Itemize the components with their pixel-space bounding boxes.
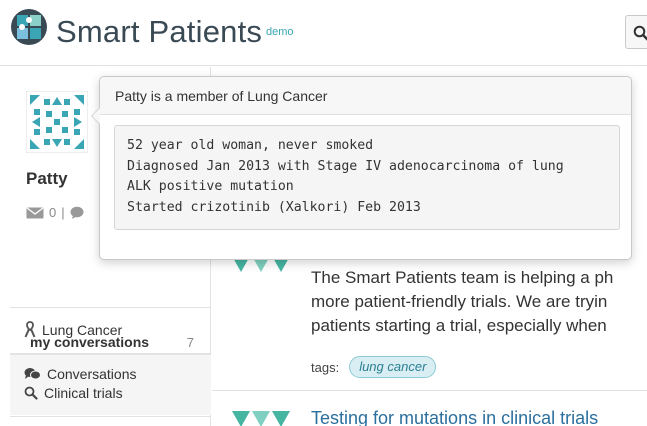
search-button[interactable] (625, 15, 647, 49)
avatar[interactable] (25, 90, 89, 154)
post-title-link[interactable]: Testing for mutations in clinical trials (311, 408, 598, 426)
bio-line: Diagnosed Jan 2013 with Stage IV adenoca… (127, 158, 564, 174)
profile-stats: 0 | (26, 205, 84, 220)
member-popover: Patty is a member of Lung Cancer 52 year… (91, 76, 632, 260)
post-tags: tags: lung cancer (311, 356, 437, 378)
app-header: Smart Patients demo (0, 0, 647, 66)
post-line: more patient-friendly trials. We are try… (311, 292, 608, 311)
message-count: 0 (49, 205, 57, 220)
tag-lung-cancer[interactable]: lung cancer (349, 356, 437, 378)
brand-title[interactable]: Smart Patients (56, 14, 262, 50)
my-conversations-count: 7 (186, 335, 194, 350)
post-line: The Smart Patients team is helping a ph (311, 268, 614, 287)
stats-separator: | (61, 205, 65, 220)
popover-bio: 52 year old woman, never smoked Diagnose… (114, 125, 620, 230)
sidebar-heading-conversations[interactable]: Conversations (24, 366, 137, 382)
post-body[interactable]: The Smart Patients team is helping a ph … (311, 266, 647, 338)
profile-name[interactable]: Patty (26, 169, 68, 189)
sidebar-heading-label: Conversations (47, 366, 137, 382)
sidebar-item-label: my conversations (30, 334, 150, 350)
post-divider (212, 390, 647, 391)
sidebar-item-label: Clinical trials (44, 385, 123, 401)
sidebar-item-clinical-trials[interactable]: Clinical trials (24, 385, 123, 401)
tags-label: tags: (311, 359, 340, 375)
conversation-bubbles-icon (24, 368, 41, 380)
envelope-icon[interactable] (26, 206, 44, 219)
speech-bubble-icon[interactable] (70, 206, 84, 219)
bio-line: ALK positive mutation (127, 179, 294, 194)
search-icon (24, 386, 38, 400)
puzzle-logo-icon[interactable] (10, 8, 48, 46)
post-author-icon[interactable] (232, 411, 292, 426)
popover-title: Patty is a member of Lung Cancer (100, 77, 631, 115)
bio-line: 52 year old woman, never smoked (127, 138, 374, 153)
sidebar-section-conversations: Conversations (10, 353, 211, 415)
popover-arrow (91, 107, 100, 125)
bio-line: Started crizotinib (Xalkori) Feb 2013 (127, 199, 421, 215)
search-icon (633, 25, 647, 41)
sidebar-item-my-conversations[interactable]: my conversations (30, 334, 149, 350)
demo-badge: demo (266, 26, 294, 38)
post-line: patients starting a trial, especially wh… (311, 316, 607, 335)
